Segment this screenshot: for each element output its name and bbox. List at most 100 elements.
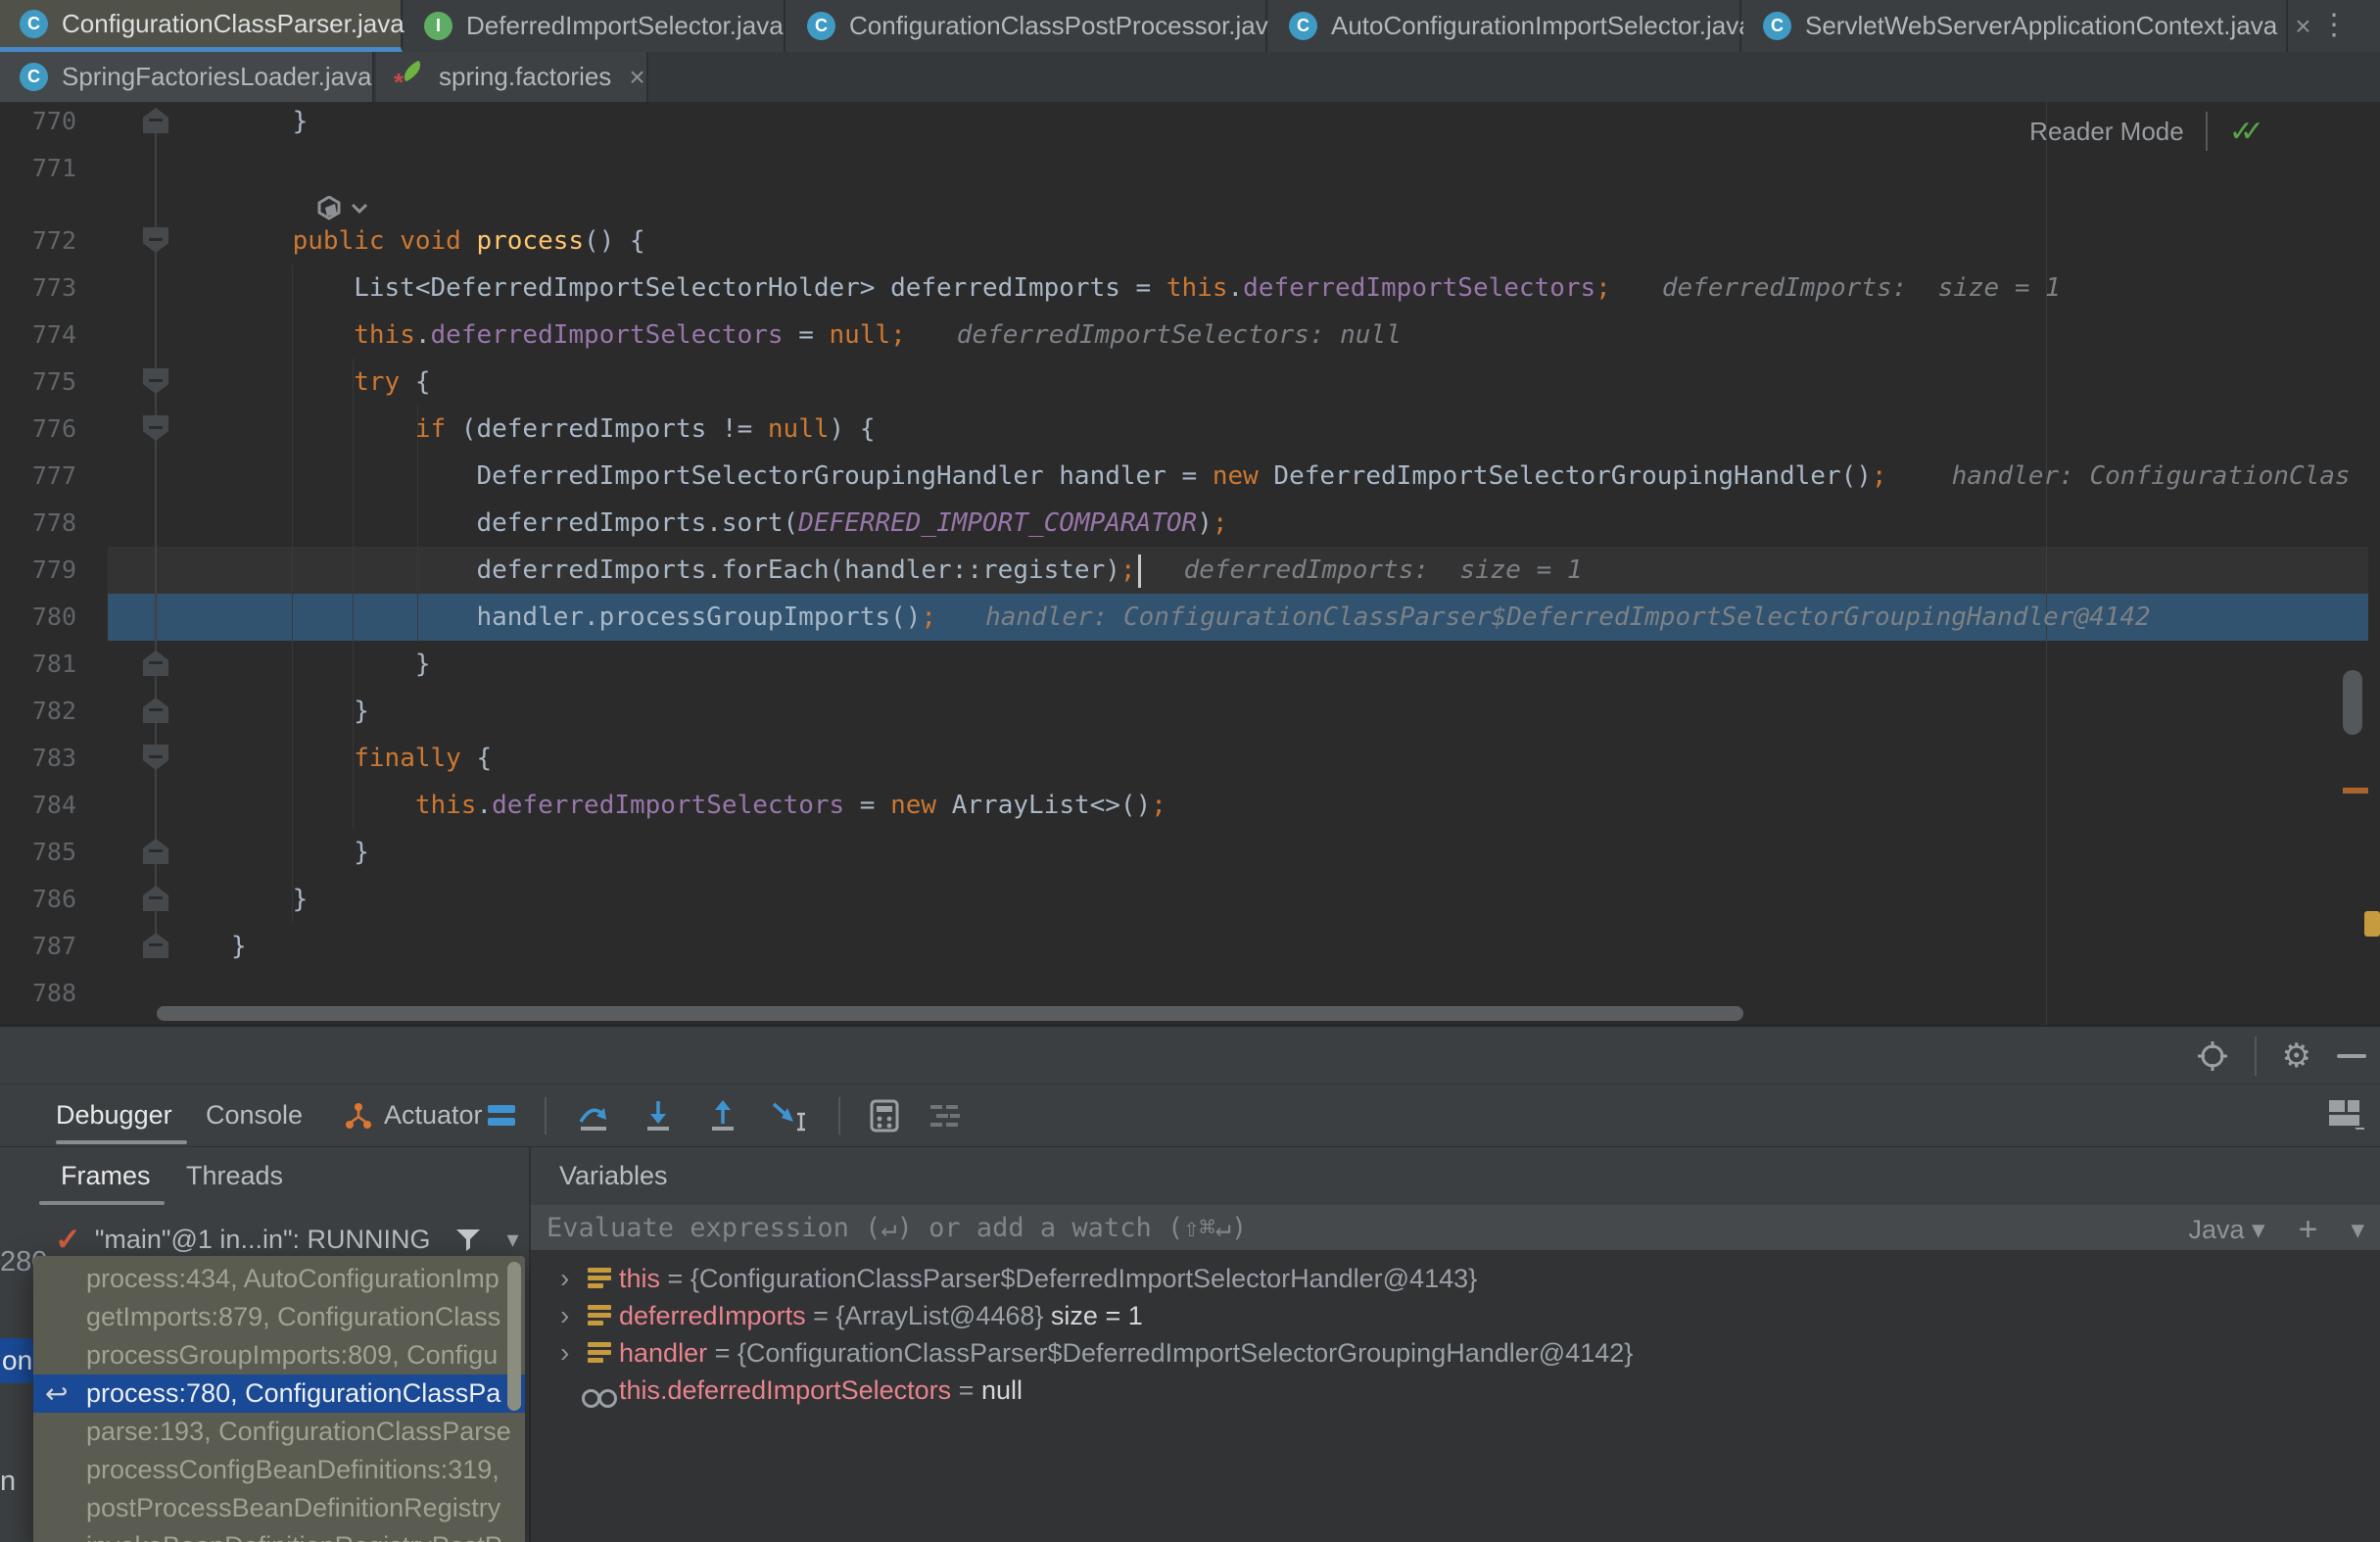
frame-item[interactable]: invokeBeanDefinitionRegistryPostP (33, 1527, 525, 1542)
code-line[interactable]: 773 List<DeferredImportSelectorHolder> d… (0, 265, 2380, 312)
frame-item-selected[interactable]: ↩ process:780, ConfigurationClassPa (33, 1374, 525, 1413)
chevron-down-icon[interactable]: ▾ (507, 1226, 519, 1254)
debug-toolbar: Debugger Console Actuator (0, 1084, 2380, 1147)
editor-tab-bar: C ConfigurationClassParser.java × I Defe… (0, 0, 2380, 52)
tab-debugger[interactable]: Debugger (56, 1084, 172, 1146)
tab-label: AutoConfigurationImportSelector.java (1331, 11, 1753, 41)
more-tabs-icon[interactable]: ⋮ (2319, 8, 2349, 42)
code-line[interactable]: 780 handler.processGroupImports();handle… (0, 594, 2380, 641)
variables-label: Variables (559, 1147, 668, 1205)
evaluate-expression-icon[interactable] (870, 1099, 899, 1132)
frame-item[interactable]: getImports:879, ConfigurationClass (33, 1298, 525, 1336)
evaluate-placeholder: Evaluate expression (↵) or add a watch (… (547, 1213, 1247, 1243)
close-icon[interactable]: × (2295, 11, 2310, 42)
filter-funnel-icon[interactable] (454, 1226, 482, 1253)
step-out-icon[interactable] (705, 1098, 740, 1133)
frame-item[interactable]: processConfigBeanDefinitions:319, (33, 1451, 525, 1489)
code-line[interactable]: 770 } (0, 102, 2380, 145)
frame-item[interactable]: process:434, AutoConfigurationImp (33, 1260, 525, 1298)
add-watch-icon[interactable]: + (2299, 1211, 2318, 1249)
code-line[interactable]: 772 public void process() { (0, 217, 2380, 265)
scrollbar-warning-marker (2364, 911, 2380, 937)
tab-frames[interactable]: Frames (61, 1147, 151, 1205)
reader-mode-widget: Reader Mode ✓✓ (2029, 112, 2264, 151)
class-icon: C (1289, 12, 1317, 40)
class-icon: C (20, 10, 48, 38)
hide-panel-icon[interactable] (2337, 1054, 2366, 1058)
close-icon[interactable]: × (629, 62, 644, 93)
code-line[interactable]: 787} (0, 923, 2380, 970)
frame-item[interactable]: processGroupImports:809, Configu (33, 1336, 525, 1374)
code-line[interactable]: 777 DeferredImportSelectorGroupingHandle… (0, 453, 2380, 500)
thread-status-text: "main"@1 in...in": RUNNING (95, 1225, 431, 1255)
inspections-ok-icon[interactable]: ✓✓ (2229, 115, 2264, 149)
variable-row[interactable]: › deferredImports = {ArrayList@4468} siz… (531, 1297, 2380, 1334)
code-line[interactable]: 774 this.deferredImportSelectors = null;… (0, 312, 2380, 359)
divider (2206, 112, 2208, 151)
tab-spring-factories[interactable]: * spring.factories × (376, 52, 648, 102)
execution-bars-icon[interactable] (488, 1100, 515, 1131)
expand-icon[interactable]: › (560, 1297, 569, 1334)
code-line[interactable]: 779 deferredImports.forEach(handler::reg… (0, 547, 2380, 594)
tab-servletwebserverapplicationcontext[interactable]: C ServletWebServerApplicationContext.jav… (1743, 0, 2288, 52)
interface-icon: I (424, 12, 452, 40)
editor-tab-bar-2: C SpringFactoriesLoader.java × * spring.… (0, 52, 2380, 103)
variables-panel: › this = {ConfigurationClassParser$Defer… (531, 1205, 2380, 1542)
tab-actuator[interactable]: Actuator (345, 1084, 483, 1146)
class-icon: C (1763, 12, 1791, 40)
frame-item[interactable]: postProcessBeanDefinitionRegistry (33, 1489, 525, 1527)
tab-label: ConfigurationClassParser.java (62, 9, 405, 39)
expand-icon[interactable]: › (560, 1260, 569, 1297)
class-icon: C (807, 12, 835, 40)
evaluate-expression-input[interactable]: Evaluate expression (↵) or add a watch (… (531, 1205, 2380, 1250)
language-selector[interactable]: Java ▾ (2188, 1215, 2264, 1245)
stream-trace-icon[interactable] (928, 1101, 962, 1131)
frames-dropdown: process:434, AutoConfigurationImp getImp… (33, 1256, 525, 1542)
divider (545, 1097, 547, 1134)
code-line[interactable]: 786 } (0, 876, 2380, 923)
code-line[interactable]: 784 this.deferredImportSelectors = new A… (0, 782, 2380, 829)
horizontal-scrollbar[interactable] (157, 1006, 1743, 1021)
vertical-scrollbar[interactable] (2343, 670, 2362, 735)
evaluate-controls: Java ▾ + ▾ (2188, 1211, 2364, 1249)
expand-icon[interactable]: › (560, 1334, 569, 1372)
code-editor[interactable]: 770 } 771 772 public void process() { 77… (0, 102, 2380, 1025)
code-line[interactable]: 783 finally { (0, 735, 2380, 782)
tab-label: spring.factories (439, 62, 611, 92)
chevron-down-icon[interactable]: ▾ (2351, 1215, 2364, 1245)
tab-deferredimportselector[interactable]: I DeferredImportSelector.java × (405, 0, 785, 52)
target-session-icon[interactable] (2196, 1039, 2229, 1073)
code-line[interactable]: 771 (0, 145, 2380, 192)
tab-configurationclasspostprocessor[interactable]: C ConfigurationClassPostProcessor.java × (787, 0, 1267, 52)
current-frame-icon: ↩ (45, 1374, 68, 1413)
code-line[interactable]: 785 } (0, 829, 2380, 876)
chevron-down-icon: ▾ (2252, 1215, 2265, 1244)
tab-label: SpringFactoriesLoader.java (62, 62, 372, 92)
actuator-icon (345, 1102, 372, 1130)
code-line[interactable]: 776 if (deferredImports != null) { (0, 406, 2380, 453)
code-line[interactable]: 775 try { (0, 359, 2380, 406)
code-line[interactable]: 782 } (0, 688, 2380, 735)
dropdown-scrollbar[interactable] (507, 1262, 521, 1411)
ide-window: C ConfigurationClassParser.java × I Defe… (0, 0, 2380, 1542)
layout-settings-icon[interactable] (2329, 1100, 2364, 1130)
gear-icon[interactable]: ⚙ (2282, 1036, 2311, 1076)
run-to-cursor-icon[interactable] (770, 1098, 809, 1133)
step-into-icon[interactable] (641, 1098, 676, 1133)
debug-subtabs-row: Frames Threads Variables (0, 1147, 2380, 1206)
variable-row[interactable]: › this = {ConfigurationClassParser$Defer… (531, 1260, 2380, 1297)
step-over-icon[interactable] (576, 1098, 611, 1133)
tab-threads[interactable]: Threads (186, 1147, 283, 1205)
watch-row[interactable]: this.deferredImportSelectors = null (531, 1372, 2380, 1409)
tab-autoconfigurationimportselector[interactable]: C AutoConfigurationImportSelector.java × (1269, 0, 1741, 52)
tab-console[interactable]: Console (206, 1084, 303, 1146)
spring-leaf-icon: * (396, 63, 425, 92)
code-line[interactable]: 781 } (0, 641, 2380, 688)
frame-item[interactable]: parse:193, ConfigurationClassParse (33, 1413, 525, 1451)
code-line[interactable]: 778 deferredImports.sort(DEFERRED_IMPORT… (0, 500, 2380, 547)
reader-mode-label[interactable]: Reader Mode (2029, 117, 2184, 147)
tab-springfactoriesloader[interactable]: C SpringFactoriesLoader.java × (0, 52, 374, 102)
variable-row[interactable]: › handler = {ConfigurationClassParser$De… (531, 1334, 2380, 1372)
tab-configurationclassparser[interactable]: C ConfigurationClassParser.java × (0, 0, 403, 52)
occluded-selected-fragment: on (0, 1338, 33, 1383)
